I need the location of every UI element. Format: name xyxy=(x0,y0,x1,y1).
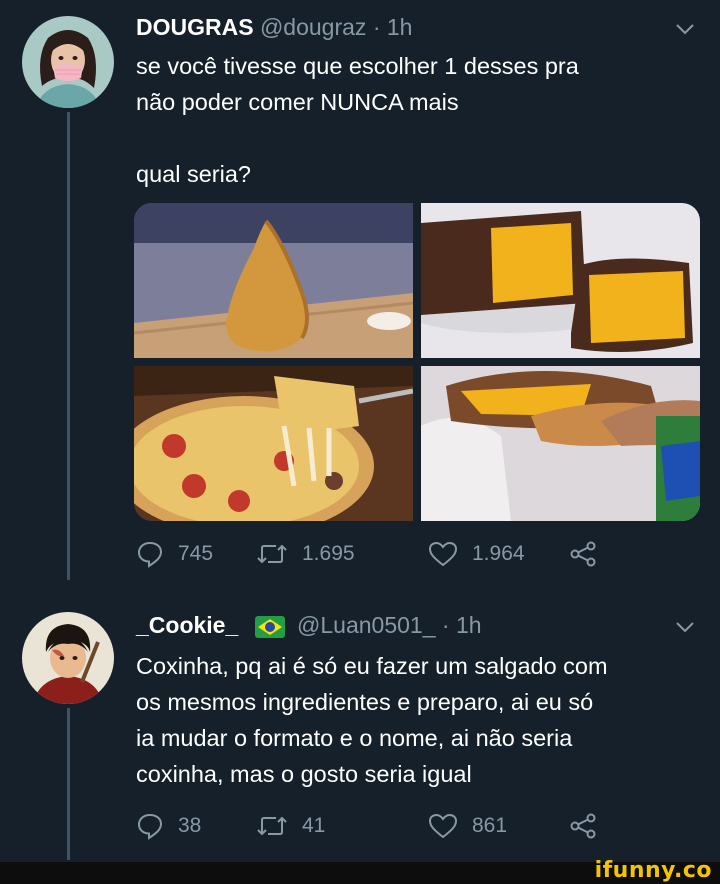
chevron-down-icon[interactable] xyxy=(674,18,696,40)
tweet2-line: os mesmos ingredientes e preparo, ai eu … xyxy=(136,689,594,715)
tweet2-line: Coxinha, pq ai é só eu fazer um salgado … xyxy=(136,653,608,679)
tweet2-author-name[interactable]: _Cookie_ xyxy=(136,612,238,638)
reply-icon xyxy=(137,541,163,568)
chevron-down-icon[interactable] xyxy=(674,616,696,638)
retweet-count: 41 xyxy=(302,814,326,837)
tweet1-line: se você tivesse que escolher 1 desses pr… xyxy=(136,53,579,79)
tweet2-handle[interactable]: @Luan0501_ xyxy=(297,612,435,638)
heart-icon xyxy=(428,813,458,839)
reply-count: 38 xyxy=(178,814,202,837)
tweet1-author-name[interactable]: DOUGRAS xyxy=(136,14,254,40)
like-button[interactable]: 861 xyxy=(428,812,507,840)
tweet2-text: Coxinha, pq ai é só eu fazer um salgado … xyxy=(136,648,706,792)
tweet2-actions: 38 41 861 xyxy=(136,812,606,848)
avatar-cookie[interactable] xyxy=(22,612,114,704)
reply-button[interactable]: 745 xyxy=(136,540,213,568)
thread-line-2 xyxy=(67,708,70,860)
tweet1-text: se você tivesse que escolher 1 desses pr… xyxy=(136,48,706,192)
like-count: 861 xyxy=(472,814,508,837)
avatar-dougras[interactable] xyxy=(22,16,114,108)
reply-icon xyxy=(137,813,163,840)
ifunny-watermark: ifunny.co xyxy=(594,858,712,883)
media-image-burger[interactable] xyxy=(421,366,700,521)
tweet2-line: ia mudar o formato e o nome, ai não seri… xyxy=(136,725,573,751)
share-icon xyxy=(570,541,596,567)
tweet1-actions: 745 1.695 1.964 xyxy=(136,540,606,576)
avatar-girl-icon xyxy=(22,16,114,108)
tweet2-time[interactable]: · 1h xyxy=(442,612,482,638)
tweet2-line: coxinha, mas o gosto seria igual xyxy=(136,761,472,787)
share-button[interactable] xyxy=(568,812,612,840)
retweet-button[interactable]: 41 xyxy=(256,812,325,840)
tweet1-handle[interactable]: @dougraz xyxy=(260,14,366,40)
brazil-flag-icon xyxy=(254,615,285,638)
tweet1-media-grid[interactable] xyxy=(134,203,700,521)
reply-count: 745 xyxy=(178,542,214,565)
media-image-pizza[interactable] xyxy=(134,366,413,521)
like-count: 1.964 xyxy=(472,542,525,565)
thread-line-1 xyxy=(67,112,70,580)
media-image-coxinha[interactable] xyxy=(134,203,413,358)
tweet2-header: _Cookie_ @Luan0501_ · 1h xyxy=(136,612,482,639)
reply-button[interactable]: 38 xyxy=(136,812,201,840)
retweet-icon xyxy=(257,816,287,836)
tweet1-time[interactable]: · 1h xyxy=(373,14,413,40)
heart-icon xyxy=(428,541,458,567)
tweet1-line xyxy=(136,120,706,156)
avatar-anime-boy-icon xyxy=(22,612,114,704)
tweet1-header: DOUGRAS @dougraz · 1h xyxy=(136,14,412,41)
share-button[interactable] xyxy=(568,540,612,568)
share-icon xyxy=(570,813,596,839)
retweet-count: 1.695 xyxy=(302,542,355,565)
tweet1-line: não poder comer NUNCA mais xyxy=(136,89,459,115)
like-button[interactable]: 1.964 xyxy=(428,540,525,568)
retweet-button[interactable]: 1.695 xyxy=(256,540,355,568)
tweet1-line: qual seria? xyxy=(136,161,251,187)
media-image-cake[interactable] xyxy=(421,203,700,358)
retweet-icon xyxy=(257,544,287,564)
